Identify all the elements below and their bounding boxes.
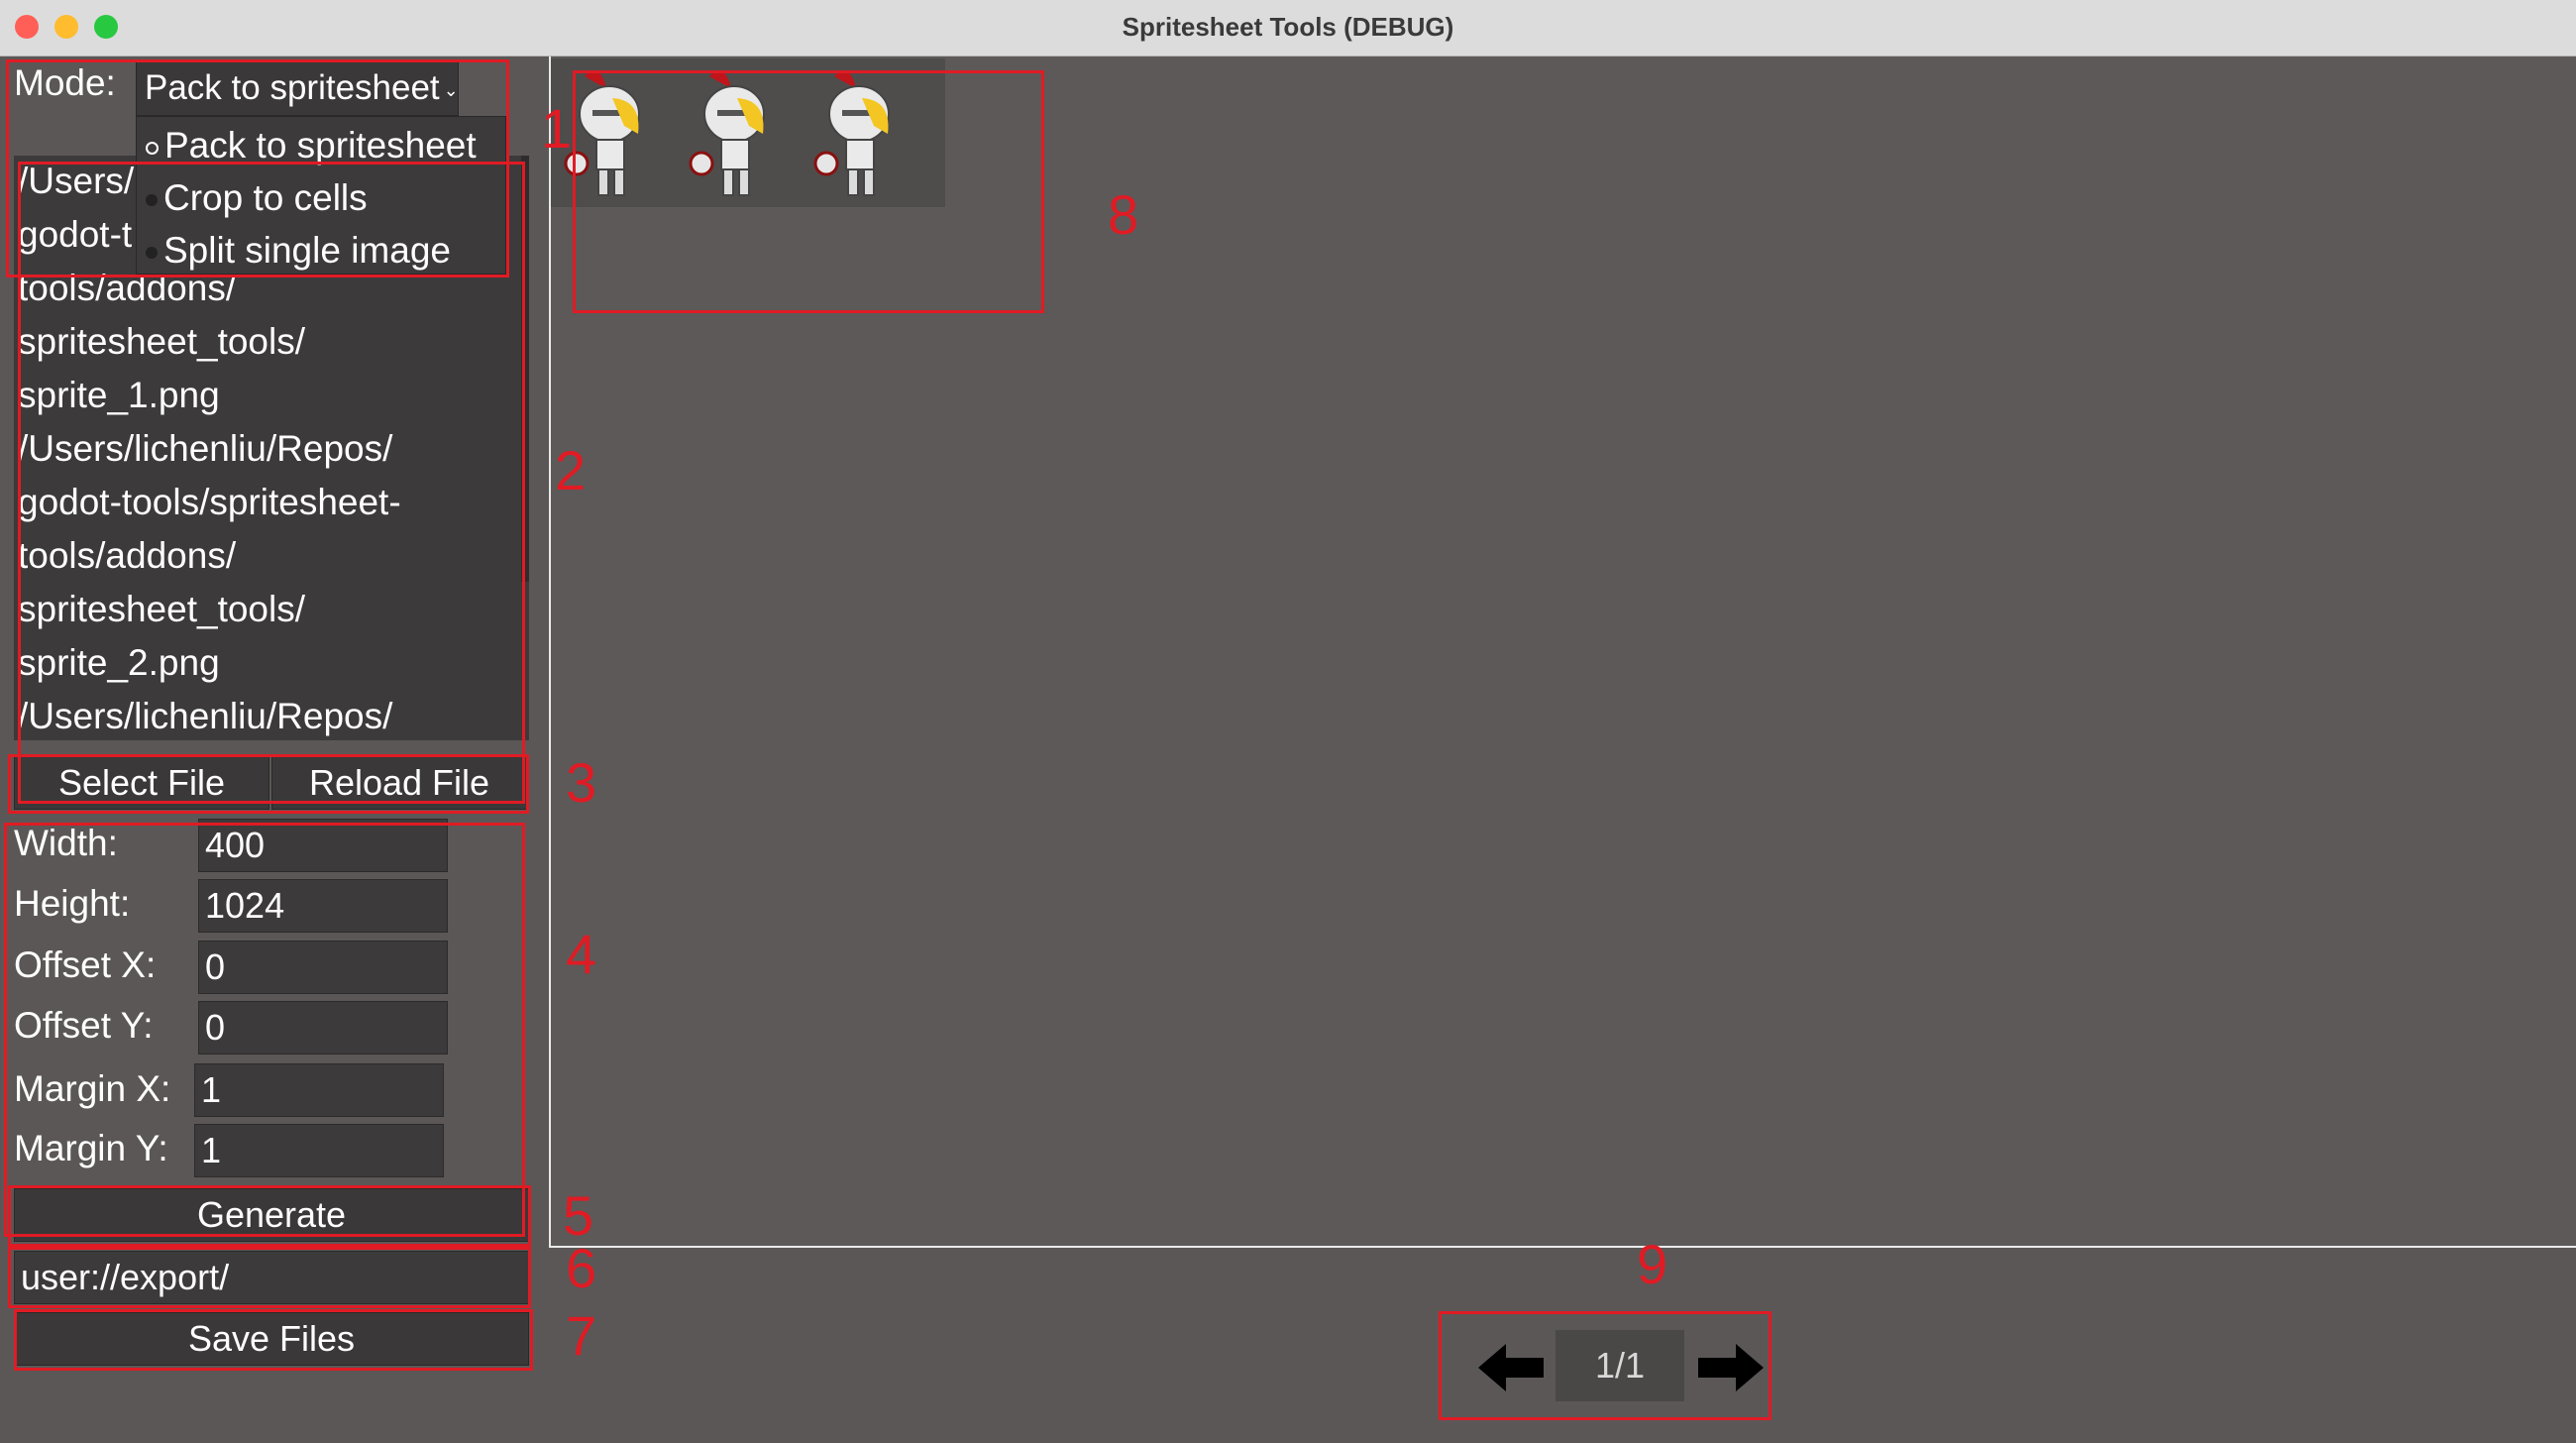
offset-x-label: Offset X:	[14, 944, 157, 985]
radio-unselected-icon	[146, 247, 158, 260]
arrow-right-icon[interactable]	[1698, 1344, 1764, 1391]
reload-file-button[interactable]: Reload File	[271, 756, 527, 810]
save-files-button[interactable]: Save Files	[14, 1312, 529, 1366]
mode-select[interactable]: Pack to spritesheet ⌄	[136, 60, 459, 116]
select-file-button[interactable]: Select File	[14, 756, 269, 810]
export-path-field[interactable]: user://export/	[14, 1251, 529, 1304]
margin-y-field[interactable]: 1	[194, 1124, 444, 1177]
window-title: Spritesheet Tools (DEBUG)	[1122, 12, 1454, 42]
chevron-down-icon: ⌄	[443, 79, 459, 100]
height-label: Height:	[14, 883, 131, 924]
page-count: 1/1	[1556, 1330, 1684, 1401]
sprite-knight-2	[689, 70, 765, 196]
file-list-line: spritesheet_tools/	[18, 321, 306, 362]
file-list-line: spritesheet_tools/	[18, 589, 306, 629]
margin-y-label: Margin Y:	[14, 1128, 168, 1168]
offset-y-field[interactable]: 0	[198, 1001, 448, 1054]
file-list-line: sprite_2.png	[18, 642, 220, 683]
annotation-number-8: 8	[1108, 183, 1139, 246]
title-bar: Spritesheet Tools (DEBUG)	[0, 0, 2576, 56]
app-body: Mode: Pack to spritesheet ⌄ Pack to sprit…	[0, 56, 2576, 1443]
annotation-number-7: 7	[566, 1304, 597, 1367]
mode-dropdown: Pack to spritesheet Crop to cells Split …	[136, 116, 506, 275]
mode-option-split[interactable]: Split single image	[137, 224, 505, 278]
annotation-number-9: 9	[1637, 1233, 1668, 1295]
annotation-number-6: 6	[566, 1237, 597, 1299]
width-field[interactable]: 400	[198, 819, 448, 872]
sprite-knight-3	[813, 70, 890, 196]
mode-option-crop[interactable]: Crop to cells	[137, 171, 505, 225]
offset-x-field[interactable]: 0	[198, 941, 448, 994]
mode-select-value: Pack to spritesheet	[145, 68, 440, 107]
file-list-scrollbar[interactable]	[521, 156, 529, 582]
preview-canvas[interactable]	[549, 56, 2576, 1248]
radio-unselected-icon	[146, 194, 158, 207]
height-field[interactable]: 1024	[198, 879, 448, 933]
width-label: Width:	[14, 823, 118, 863]
radio-selected-icon	[146, 141, 159, 155]
generate-button[interactable]: Generate	[14, 1188, 529, 1242]
file-list-line: tools/addons/	[18, 535, 237, 576]
offset-y-label: Offset Y:	[14, 1005, 154, 1046]
annotation-number-3: 3	[566, 751, 597, 814]
margin-x-label: Margin X:	[14, 1068, 171, 1109]
file-list-line: /Users/lichenliu/Repos/	[18, 428, 393, 469]
spritesheet-preview	[551, 58, 945, 207]
file-list-line: /Users/lichenliu/Repos/	[18, 696, 393, 736]
annotation-number-4: 4	[566, 923, 597, 985]
mode-option-pack[interactable]: Pack to spritesheet	[137, 119, 505, 172]
mode-label: Mode:	[14, 62, 116, 103]
margin-x-field[interactable]: 1	[194, 1063, 444, 1117]
annotation-number-2: 2	[555, 439, 587, 501]
file-list-line: sprite_1.png	[18, 375, 220, 415]
file-list-line: /Users/	[18, 161, 135, 201]
annotation-number-1: 1	[541, 97, 573, 160]
file-list-line: godot-t	[18, 214, 133, 255]
file-list-line: godot-tools/spritesheet-	[18, 482, 401, 522]
arrow-left-icon[interactable]	[1478, 1344, 1544, 1391]
pager: 1/1	[1443, 1316, 1770, 1415]
